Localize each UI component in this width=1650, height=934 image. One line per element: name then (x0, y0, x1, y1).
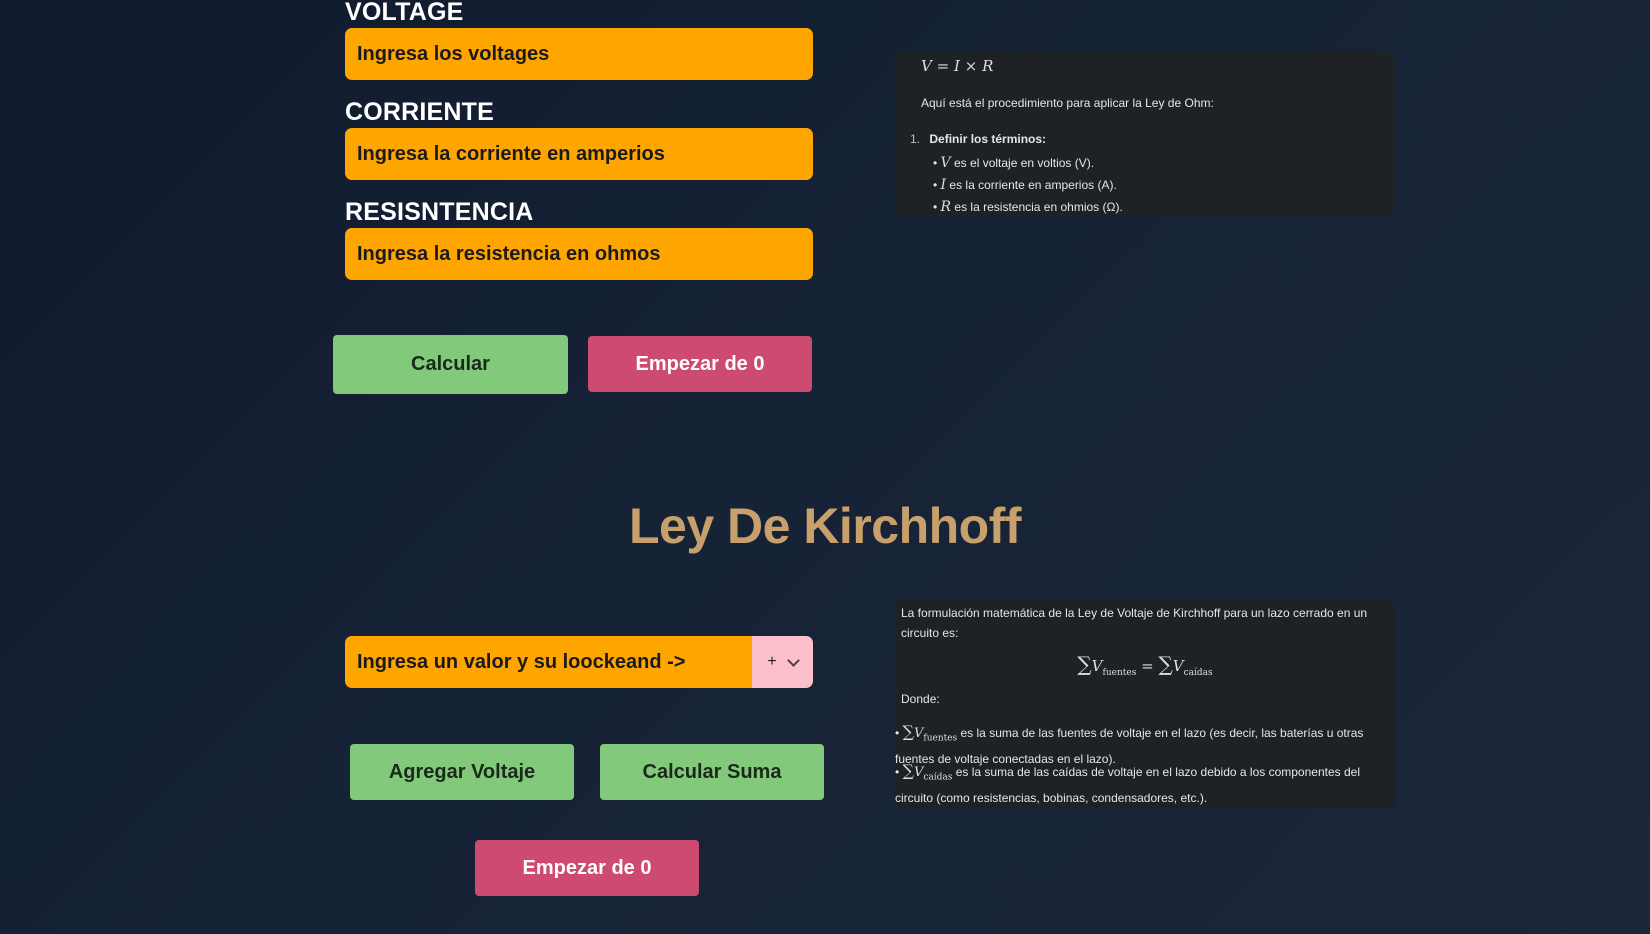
term-item: • I es la corriente en amperios (A). (933, 177, 1117, 193)
current-label: CORRIENTE (345, 98, 495, 126)
voltage-label: VOLTAGE (345, 0, 464, 26)
calculate-sum-button[interactable]: Calcular Suma (600, 744, 824, 800)
resistance-label: RESISNTENCIA (345, 198, 534, 226)
kirchhoff-value-input[interactable] (345, 636, 752, 688)
ohm-term-list: • V es el voltaje en voltios (V). • I es… (933, 152, 1123, 218)
formula-r: R (982, 57, 994, 75)
add-voltage-button[interactable]: Agregar Voltaje (350, 744, 574, 800)
kirchhoff-title: Ley De Kirchhoff (628, 498, 1022, 554)
term-item: • R es la resistencia en ohmios (Ω). (933, 199, 1123, 215)
formula-equals: = (936, 57, 950, 75)
formula-v: V (921, 57, 932, 75)
formula-times: × (964, 57, 978, 75)
ohm-intro: Aquí está el procedimiento para aplicar … (921, 96, 1214, 110)
current-input[interactable] (345, 128, 813, 180)
ohm-step: 1. Definir los términos: (910, 132, 1046, 146)
kirchhoff-bullet: • ∑Vcaídas es la suma de las caídas de v… (895, 761, 1360, 805)
step-number: 1. (910, 132, 921, 146)
resistance-input[interactable] (345, 228, 813, 280)
kirchhoff-explanation-panel: La formulación matemática de la Ley de V… (895, 600, 1395, 808)
ohm-formula: V = I × R (921, 57, 993, 75)
ohm-explanation-panel: V = I × R Aquí está el procedimiento par… (895, 52, 1395, 215)
chevron-down-icon (786, 653, 800, 667)
term-item: • V es el voltaje en voltios (V). (933, 155, 1095, 171)
kirchhoff-formula: ∑Vfuentes = ∑Vcaídas (1077, 652, 1213, 678)
calculate-button[interactable]: Calcular (333, 335, 568, 394)
kirchhoff-intro: La formulación matemática de la Ley de V… (901, 606, 1368, 640)
kirchhoff-reset-button[interactable]: Empezar de 0 (475, 840, 699, 896)
step-title: Definir los términos: (929, 132, 1047, 146)
ohm-reset-button[interactable]: Empezar de 0 (588, 336, 812, 392)
kirchhoff-input-group: + (345, 636, 813, 688)
formula-i: I (953, 57, 960, 75)
operator-select[interactable]: + (752, 636, 813, 688)
operator-value: + (767, 653, 777, 670)
where-label: Donde: (901, 692, 940, 706)
voltage-input[interactable] (345, 28, 813, 80)
